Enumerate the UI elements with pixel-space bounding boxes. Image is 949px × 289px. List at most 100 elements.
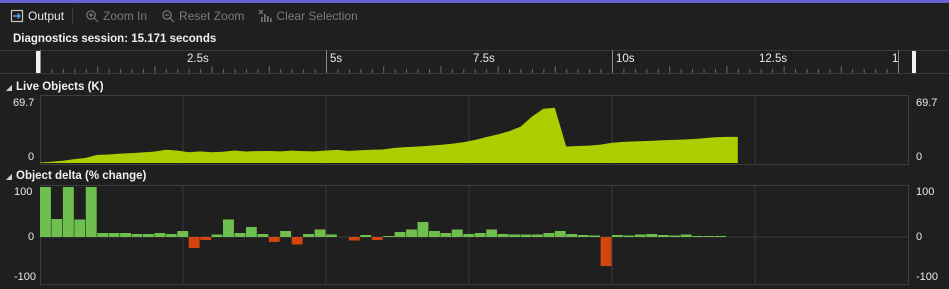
selection-handle-end: [912, 51, 916, 73]
live-ymin-left: 0: [28, 151, 35, 163]
reset-zoom-label: Reset Zoom: [179, 9, 245, 23]
delta-bar: [669, 235, 681, 237]
delta-bar: [371, 237, 383, 240]
delta-bar: [85, 187, 97, 237]
zoom-in-button[interactable]: Zoom In: [81, 5, 151, 27]
delta-ybot-left: -100: [14, 271, 37, 283]
delta-bar: [600, 237, 612, 266]
delta-ytop-left: 100: [14, 186, 33, 198]
timeline-ruler[interactable]: 2.5s 5s 7.5s 10s 12.5s 1: [0, 50, 949, 74]
session-duration: Diagnostics session: 15.171 seconds: [13, 33, 217, 45]
delta-bar: [51, 219, 63, 237]
delta-bar: [383, 236, 395, 237]
live-objects-area: [40, 107, 738, 163]
clear-selection-icon: [258, 9, 273, 22]
delta-bar: [245, 227, 257, 237]
delta-bar: [280, 231, 292, 237]
ruler-tick-label: 5s: [330, 53, 342, 65]
delta-bar: [463, 234, 475, 237]
delta-bar: [577, 235, 589, 237]
output-icon: [10, 9, 24, 23]
delta-bar: [326, 234, 337, 237]
delta-bar: [440, 233, 452, 237]
live-ymax-left: 69.7: [13, 97, 35, 109]
output-label: Output: [28, 9, 65, 23]
delta-bar: [348, 237, 360, 241]
live-objects-chart[interactable]: [40, 95, 909, 165]
reset-zoom-button[interactable]: Reset Zoom: [157, 5, 248, 27]
collapse-triangle-icon[interactable]: ◢: [2, 83, 16, 92]
ruler-tick-label: 12.5s: [759, 53, 787, 65]
toolbar: Output Zoom In Reset Zoom Clear Selectio…: [0, 3, 949, 29]
delta-bar: [623, 235, 635, 237]
delta-bar: [291, 237, 303, 245]
delta-bar: [509, 234, 520, 237]
delta-bar: [703, 236, 715, 237]
delta-bar: [554, 231, 566, 237]
delta-bar: [234, 233, 246, 237]
ruler-tick-label: 7.5s: [473, 53, 495, 65]
delta-bar: [165, 234, 177, 237]
delta-bar: [417, 222, 429, 237]
object-delta-chart[interactable]: [40, 185, 909, 285]
delta-bar: [429, 231, 440, 237]
delta-bar: [257, 234, 269, 237]
delta-bar: [188, 237, 200, 248]
live-ymax-right: 69.7: [916, 97, 938, 109]
selection-handle-start: [36, 51, 40, 73]
delta-bar: [715, 236, 726, 237]
live-ymin-right: 0: [916, 151, 923, 163]
reset-zoom-icon: [162, 10, 175, 23]
delta-bar: [497, 234, 509, 237]
delta-ytop-right: 100: [916, 186, 935, 198]
delta-bar: [360, 235, 372, 237]
delta-bar: [154, 233, 166, 237]
delta-bar: [646, 234, 658, 237]
delta-ymid-right: 0: [916, 231, 923, 243]
delta-bar: [566, 234, 578, 237]
delta-bar: [692, 236, 703, 237]
clear-selection-label: Clear Selection: [276, 9, 358, 23]
delta-bar: [612, 235, 623, 237]
zoom-in-label: Zoom In: [103, 9, 148, 23]
object-delta-header[interactable]: ◢ Object delta (% change): [0, 168, 949, 184]
delta-bar: [406, 229, 417, 237]
delta-bar: [520, 234, 532, 237]
delta-bar: [97, 233, 109, 237]
delta-bar: [74, 219, 86, 237]
live-objects-title: Live Objects (K): [16, 81, 104, 93]
delta-ymid-left: 0: [28, 231, 35, 243]
delta-bar: [451, 229, 463, 237]
delta-bar: [108, 233, 120, 237]
delta-bar: [634, 234, 646, 237]
delta-bar: [314, 229, 326, 237]
delta-bar: [120, 233, 131, 237]
delta-bar: [143, 234, 154, 237]
delta-bar: [177, 231, 189, 237]
delta-bar: [268, 237, 280, 242]
delta-bar: [589, 235, 600, 237]
live-objects-header[interactable]: ◢ Live Objects (K): [0, 79, 949, 95]
toolbar-separator: [72, 7, 74, 25]
zoom-in-icon: [86, 10, 99, 23]
ruler-tick-label: 2.5s: [187, 53, 209, 65]
delta-bar: [62, 187, 74, 237]
output-button[interactable]: Output: [6, 5, 68, 27]
delta-bar: [531, 234, 543, 237]
delta-bar: [474, 233, 486, 237]
clear-selection-button[interactable]: Clear Selection: [254, 5, 361, 27]
delta-bar: [40, 187, 51, 237]
delta-bar: [657, 235, 669, 237]
ruler-tick-label: 1: [892, 53, 898, 65]
delta-bar: [223, 219, 234, 237]
collapse-triangle-icon[interactable]: ◢: [2, 172, 16, 181]
delta-ybot-right: -100: [916, 271, 939, 283]
delta-bar: [680, 234, 692, 237]
delta-bar: [303, 234, 314, 237]
delta-bar: [131, 234, 143, 237]
delta-bar: [486, 229, 498, 237]
delta-bar: [394, 232, 406, 237]
ruler-tick-label: 10s: [616, 53, 635, 65]
delta-bar: [200, 237, 212, 240]
object-delta-title: Object delta (% change): [16, 170, 147, 182]
